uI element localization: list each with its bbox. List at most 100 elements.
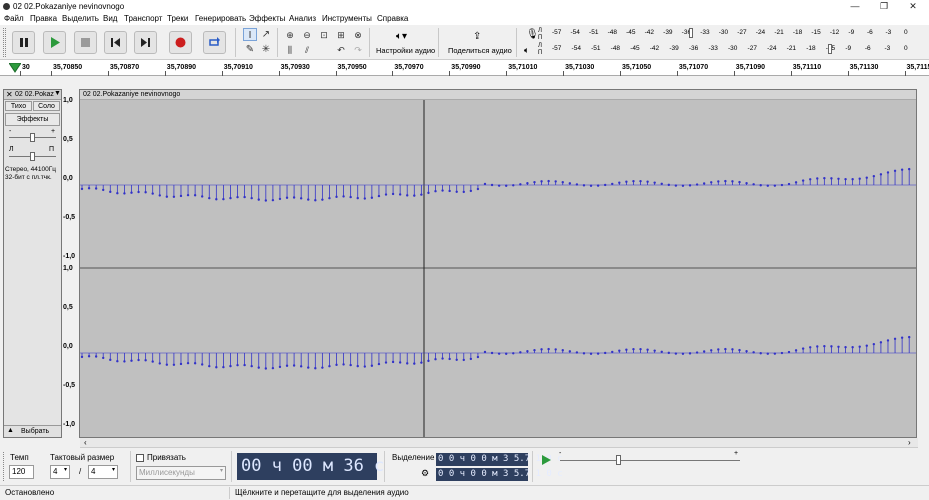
sample-point bbox=[653, 349, 656, 352]
ruler-tick-mark bbox=[449, 71, 451, 76]
snap-checkbox[interactable] bbox=[136, 454, 144, 462]
redo-icon[interactable]: ↷ bbox=[350, 43, 366, 57]
sample-point bbox=[858, 177, 861, 180]
timeline-ruler[interactable]: 30 35,70850 35,70870 35,70890 35,70910 35,709… bbox=[0, 60, 929, 76]
pause-button[interactable] bbox=[12, 31, 35, 54]
skip-end-button[interactable] bbox=[134, 31, 157, 54]
menu-analyze[interactable]: Анализ bbox=[289, 14, 316, 23]
waveform-canvas[interactable] bbox=[80, 100, 916, 437]
selection-start-time[interactable]: 0 0 ч 0 0 м 3 5.7 1 0 с bbox=[436, 453, 563, 466]
playback-speaker-icon[interactable]: 🔈︎ bbox=[524, 45, 529, 56]
multi-tool-icon[interactable]: ✳ bbox=[259, 43, 273, 56]
sample-point bbox=[745, 181, 748, 185]
draw-tool-icon[interactable]: ✎ bbox=[243, 43, 257, 56]
time-display[interactable]: 00 ч 00 м 36 с bbox=[237, 453, 384, 480]
track-name-menu[interactable]: 02 02.Pokaz bbox=[15, 91, 55, 98]
sample-point bbox=[102, 188, 105, 192]
silence-icon[interactable]: ⫽ bbox=[299, 43, 315, 57]
close-icon[interactable]: ✕ bbox=[903, 1, 923, 12]
sample-point bbox=[102, 356, 105, 360]
pan-slider[interactable] bbox=[30, 152, 35, 161]
menu-generate[interactable]: Генерировать bbox=[195, 14, 246, 23]
horizontal-scrollbar[interactable]: ‹ › bbox=[80, 438, 918, 448]
share-icon: ⇪ bbox=[473, 31, 482, 42]
zoom-toggle-icon[interactable]: ⊗ bbox=[350, 28, 366, 42]
menu-file[interactable]: Файл bbox=[4, 14, 24, 23]
select-track-button[interactable]: ▲ Выбрать bbox=[4, 425, 61, 437]
snap-unit-select[interactable]: Миллисекунды ▾ bbox=[136, 466, 226, 480]
sample-point bbox=[158, 362, 161, 365]
menu-transport[interactable]: Транспорт bbox=[124, 14, 162, 23]
selection-end-time[interactable]: 0 0 ч 0 0 м 3 5.7 1 0 с bbox=[436, 468, 563, 481]
sample-point bbox=[455, 190, 458, 193]
waveform-area[interactable]: 02 02.Pokazaniye nevinovnogo bbox=[79, 89, 917, 438]
ruler-tick-mark bbox=[506, 71, 508, 76]
sample-point bbox=[314, 367, 317, 370]
meter-record-p: П bbox=[538, 35, 543, 41]
record-button[interactable] bbox=[169, 31, 192, 54]
ruler-tick-mark bbox=[278, 71, 280, 76]
time-signature-denominator[interactable]: 4 ▾ bbox=[88, 465, 118, 479]
select-tool-icon[interactable]: I bbox=[243, 28, 257, 41]
menu-select[interactable]: Выделить bbox=[62, 14, 99, 23]
track-format-info: Стерео, 44100Гц bbox=[5, 166, 56, 173]
audio-setup-button[interactable]: 🔈︎▾ Настройки аудио bbox=[376, 28, 435, 58]
record-meter-scale[interactable]: -57 -54 -51 -48 -45 -42 -39 -36 -33 -30 -27 -24 -21-… bbox=[552, 28, 912, 39]
menu-view[interactable]: Вид bbox=[103, 14, 117, 23]
ruler-tick-label: 35,71110 bbox=[792, 64, 822, 71]
play-button[interactable] bbox=[43, 31, 66, 54]
sample-point bbox=[773, 184, 777, 187]
meter-scale-label: -24 bbox=[755, 29, 766, 36]
mic-icon[interactable]: 🎙︎ bbox=[526, 29, 539, 40]
undo-icon[interactable]: ↶ bbox=[333, 43, 349, 57]
sample-point bbox=[724, 347, 727, 351]
mute-button[interactable]: Тихо bbox=[5, 101, 32, 111]
zoom-out-icon[interactable]: ⊖ bbox=[299, 28, 315, 42]
scroll-left-icon[interactable]: ‹ bbox=[84, 438, 87, 447]
play-at-speed-button[interactable] bbox=[539, 453, 553, 467]
menu-edit[interactable]: Правка bbox=[30, 14, 57, 23]
fit-project-icon[interactable]: ⊞ bbox=[333, 28, 349, 42]
track-close-icon[interactable]: ✕ bbox=[6, 90, 13, 99]
gain-slider[interactable] bbox=[30, 133, 35, 142]
collapse-icon[interactable]: ▲ bbox=[7, 427, 14, 434]
sample-point bbox=[632, 347, 635, 351]
scroll-right-icon[interactable]: › bbox=[908, 438, 911, 447]
selection-settings-gear-icon[interactable]: ⚙ bbox=[421, 468, 429, 479]
zoom-in-icon[interactable]: ⊕ bbox=[282, 28, 298, 42]
fit-selection-icon[interactable]: ⊡ bbox=[316, 28, 332, 42]
skip-start-button[interactable] bbox=[104, 31, 127, 54]
playback-meter-scale[interactable]: -57 -54 -51 -48 -45 -42 -39 -36 -33 -30 -27 -24 -21-… bbox=[552, 44, 912, 55]
time-signature-numerator[interactable]: 4 ▾ bbox=[50, 465, 70, 479]
clip-header[interactable]: 02 02.Pokazaniye nevinovnogo bbox=[80, 90, 916, 100]
stop-button[interactable] bbox=[74, 31, 97, 54]
amplitude-label: 1,0 bbox=[63, 265, 73, 272]
sample-point bbox=[363, 365, 366, 368]
sample-point bbox=[285, 364, 289, 367]
track-menu-chevron-down-icon[interactable]: ▼ bbox=[54, 90, 61, 97]
minimize-icon[interactable]: — bbox=[845, 1, 865, 12]
solo-button[interactable]: Соло bbox=[33, 101, 60, 111]
meter-level-slider[interactable] bbox=[828, 44, 832, 54]
sample-point bbox=[200, 363, 204, 366]
share-audio-button[interactable]: ⇪ Поделиться аудио bbox=[446, 28, 512, 58]
menu-tools[interactable]: Инструменты bbox=[322, 14, 372, 23]
envelope-tool-icon[interactable]: ↗ bbox=[259, 28, 273, 41]
trim-icon[interactable]: ⫼ bbox=[282, 43, 298, 57]
menu-effects[interactable]: Эффекты bbox=[249, 14, 285, 23]
sample-point bbox=[250, 364, 253, 368]
menu-tracks[interactable]: Треки bbox=[167, 14, 188, 23]
meter-scale-label: -6 bbox=[866, 29, 873, 36]
ruler-tick-label: 35,71150 bbox=[906, 64, 929, 71]
maximize-icon[interactable]: ❐ bbox=[874, 1, 894, 12]
bottom-toolbar-grip[interactable] bbox=[3, 452, 6, 481]
menu-help[interactable]: Справка bbox=[377, 14, 408, 23]
tempo-input[interactable]: 120 bbox=[9, 465, 34, 479]
sample-point bbox=[469, 357, 473, 361]
effects-button[interactable]: Эффекты bbox=[5, 113, 60, 126]
loop-button[interactable] bbox=[203, 31, 226, 54]
meter-scale-label: -30 bbox=[728, 45, 738, 52]
meter-level-slider[interactable] bbox=[689, 28, 693, 38]
toolbar-grip[interactable] bbox=[3, 28, 6, 57]
speed-slider[interactable] bbox=[616, 455, 621, 465]
